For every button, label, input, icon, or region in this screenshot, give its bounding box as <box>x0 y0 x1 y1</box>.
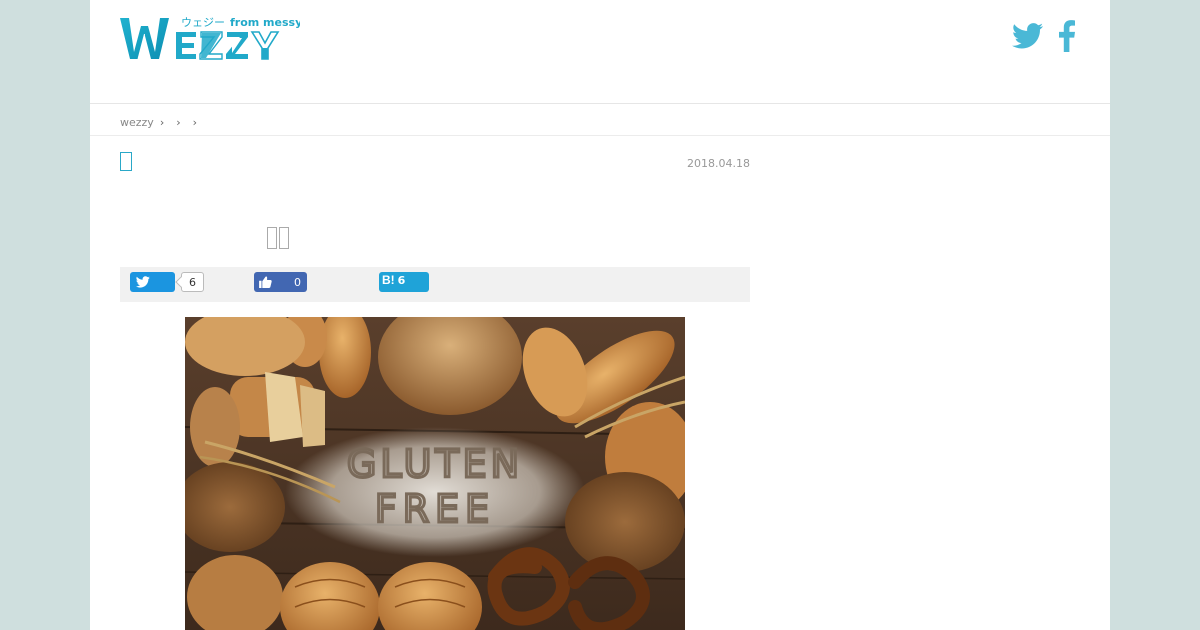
hero-image-text-line1: GLUTEN <box>347 442 523 486</box>
hatena-bookmark-count: 6 <box>397 274 406 287</box>
breadcrumb: wezzy › › › <box>120 116 203 129</box>
category-glyph[interactable] <box>120 152 132 171</box>
breadcrumb-separator: › <box>192 116 198 129</box>
facebook-icon[interactable] <box>1058 20 1076 56</box>
hatena-bookmark-button[interactable]: B! 6 <box>379 272 429 292</box>
title-glyph <box>267 227 277 249</box>
svg-text:from messy: from messy <box>230 16 300 29</box>
hatena-bookmark-icon: B! <box>382 273 395 287</box>
share-bar: 6 0 B! 6 <box>120 267 750 302</box>
breadcrumb-divider <box>90 135 1110 136</box>
twitter-icon[interactable] <box>1012 23 1044 53</box>
title-glyph <box>279 227 289 249</box>
svg-text:ウェジー: ウェジー <box>181 16 225 29</box>
social-links <box>1012 20 1076 56</box>
thumbs-up-icon <box>259 276 272 288</box>
twitter-bird-icon <box>136 276 150 288</box>
page: ウェジー from messy wezzy › › › 2018.04.18 6… <box>90 0 1110 630</box>
site-logo[interactable]: ウェジー from messy <box>120 12 300 64</box>
tweet-button[interactable] <box>130 272 175 292</box>
tweet-count: 6 <box>181 272 204 292</box>
article-title <box>267 227 289 249</box>
hero-image-text-line2: FREE <box>375 487 495 531</box>
facebook-like-button[interactable]: 0 <box>254 272 307 292</box>
breadcrumb-home-link[interactable]: wezzy <box>120 116 154 129</box>
facebook-like-count: 0 <box>294 275 301 289</box>
site-header: ウェジー from messy <box>90 0 1110 104</box>
breadcrumb-separator: › <box>159 116 165 129</box>
breadcrumb-separator: › <box>176 116 181 129</box>
article-date: 2018.04.18 <box>687 157 750 170</box>
article-hero-image: GLUTEN FREE <box>185 317 685 630</box>
